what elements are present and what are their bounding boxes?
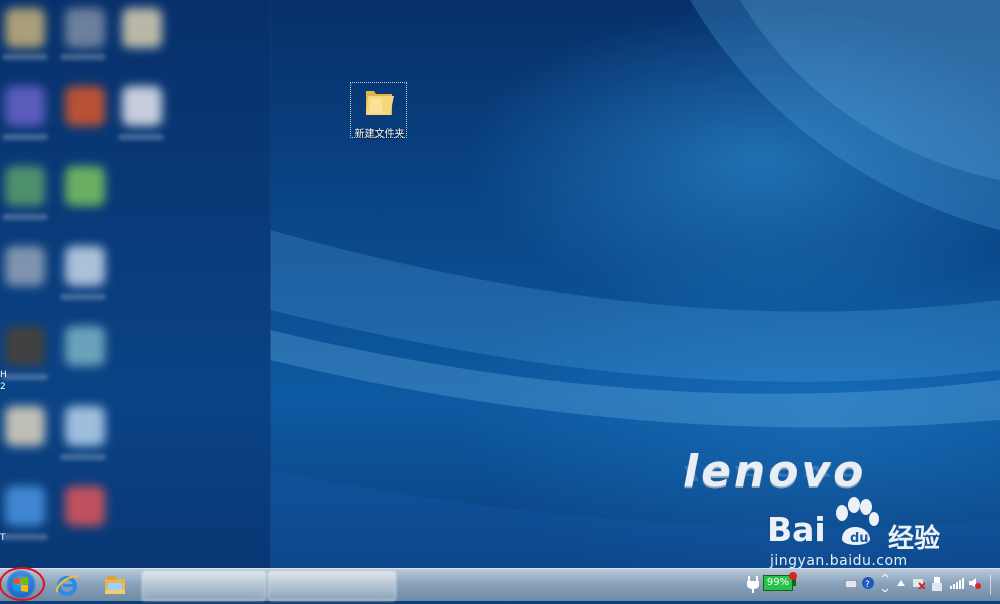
blurred-app-icon[interactable]	[5, 86, 45, 126]
blurred-app-icon[interactable]	[65, 86, 105, 126]
blurred-icon-label	[60, 454, 106, 460]
blurred-app-icon[interactable]	[65, 166, 105, 206]
internet-explorer-icon[interactable]	[54, 572, 80, 598]
network-disconnected-icon[interactable]	[913, 577, 925, 589]
blurred-app-icon[interactable]	[65, 486, 105, 526]
baidu-jingyan-text: 经验	[888, 524, 941, 554]
blurred-icon-column	[0, 0, 271, 568]
start-button-highlight-circle	[0, 567, 45, 601]
blurred-app-icon[interactable]	[65, 326, 105, 366]
blurred-app-icon[interactable]	[122, 8, 162, 48]
baidu-watermark-text: Bai	[767, 510, 826, 549]
help-icon[interactable]: ?	[862, 577, 874, 589]
blurred-icon-label	[2, 214, 48, 220]
desktop: H 2 T 新建文件夹 lenovo lenovo Bai du 经验 jing…	[0, 0, 1000, 568]
blurred-icon-label	[2, 534, 48, 540]
battery-alert-dot	[789, 572, 797, 580]
blurred-icon-label	[2, 134, 48, 140]
edge-text: T	[0, 533, 6, 543]
blurred-app-icon[interactable]	[65, 8, 105, 48]
edge-text: 2	[0, 382, 6, 392]
taskbar: 99% ?	[0, 567, 1000, 601]
blurred-app-icon[interactable]	[5, 8, 45, 48]
blurred-app-icon[interactable]	[5, 326, 45, 366]
blurred-app-icon[interactable]	[5, 486, 45, 526]
edge-text: H	[0, 370, 7, 380]
usb-device-icon[interactable]	[932, 577, 942, 591]
tray-arrows-icon[interactable]	[880, 574, 890, 592]
lenovo-logo-reflection: lenovo	[683, 461, 867, 484]
svg-text:du: du	[850, 531, 869, 546]
blurred-icon-label	[2, 374, 48, 380]
show-desktop-button[interactable]	[990, 575, 1000, 595]
file-explorer-icon[interactable]	[102, 572, 128, 598]
svg-text:?: ?	[865, 580, 870, 589]
baidu-url-text: jingyan.baidu.com	[770, 553, 908, 568]
power-plug-icon[interactable]	[746, 575, 760, 593]
keyboard-icon[interactable]	[845, 580, 857, 588]
blurred-icon-label	[118, 134, 164, 140]
volume-muted-icon[interactable]	[968, 577, 982, 589]
taskbar-window-button[interactable]	[142, 571, 266, 601]
battery-terminal	[793, 579, 796, 586]
blurred-app-icon[interactable]	[65, 246, 105, 286]
blurred-icon-label	[60, 54, 106, 60]
blurred-app-icon[interactable]	[5, 166, 45, 206]
blurred-icon-label	[2, 54, 48, 60]
folder-label: 新建文件夹	[354, 129, 405, 140]
show-hidden-icons-chevron-icon[interactable]	[897, 580, 905, 586]
blurred-app-icon[interactable]	[5, 246, 45, 286]
baidu-paw-icon: du	[836, 497, 879, 546]
new-folder-icon-item[interactable]: 新建文件夹	[350, 82, 407, 140]
blurred-icon-label	[60, 294, 106, 300]
blurred-app-icon[interactable]	[122, 86, 162, 126]
blurred-app-icon[interactable]	[65, 406, 105, 446]
blurred-app-icon[interactable]	[5, 406, 45, 446]
folder-icon	[366, 91, 394, 115]
taskbar-window-button[interactable]	[268, 571, 396, 601]
signal-strength-icon[interactable]	[950, 577, 964, 589]
